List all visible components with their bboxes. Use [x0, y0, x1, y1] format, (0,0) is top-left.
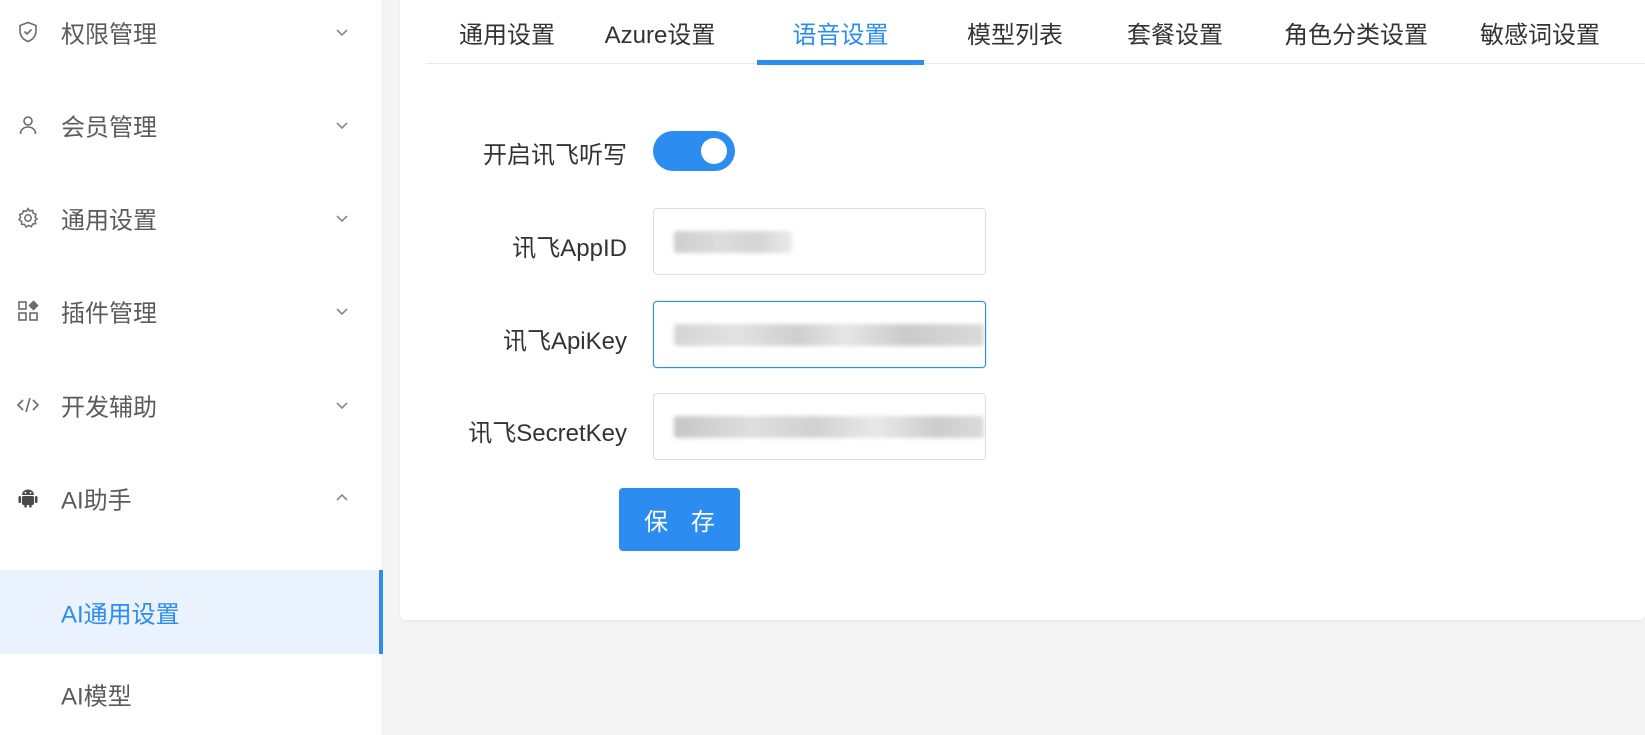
shield-check-icon — [16, 20, 40, 44]
chevron-down-icon — [336, 215, 348, 223]
sidebar: 权限管理 会员管理 通用设置 插件管理 开发辅助 AI助手 AI通用设置 AI模… — [0, 0, 383, 735]
sidebar-item-label: AI助手 — [61, 487, 132, 515]
enable-iflytek-toggle[interactable] — [653, 131, 735, 171]
sidebar-item-label: 权限管理 — [61, 21, 157, 49]
user-icon — [16, 113, 40, 137]
tab-model-list[interactable]: 模型列表 — [956, 0, 1074, 64]
gear-icon — [16, 206, 40, 230]
sidebar-item-permissions[interactable]: 权限管理 — [0, 2, 383, 62]
sidebar-subitem-ai-general-settings[interactable]: AI通用设置 — [0, 570, 383, 654]
enable-iflytek-label: 开启讯飞听写 — [483, 142, 627, 169]
sidebar-subitem-label: AI通用设置 — [61, 601, 180, 629]
apps-plugin-icon — [16, 299, 40, 323]
app-root: 权限管理 会员管理 通用设置 插件管理 开发辅助 AI助手 AI通用设置 AI模… — [0, 0, 1645, 735]
sidebar-item-label: 会员管理 — [61, 114, 157, 142]
masked-value — [674, 324, 984, 346]
sidebar-item-members[interactable]: 会员管理 — [0, 95, 383, 155]
masked-value — [674, 231, 792, 253]
appid-field[interactable] — [653, 208, 986, 275]
chevron-down-icon — [336, 122, 348, 130]
sidebar-subitem-ai-models[interactable]: AI模型 — [0, 652, 383, 735]
chevron-down-icon — [336, 308, 348, 316]
secretkey-label: 讯飞SecretKey — [468, 420, 627, 447]
tab-role-category-settings[interactable]: 角色分类设置 — [1281, 0, 1431, 64]
sidebar-item-label: 插件管理 — [61, 300, 157, 328]
tab-azure-settings[interactable]: Azure设置 — [600, 0, 720, 64]
apikey-label: 讯飞ApiKey — [502, 328, 627, 355]
tab-bar: 通用设置 Azure设置 语音设置 模型列表 套餐设置 角色分类设置 敏感词设置 — [426, 0, 1645, 65]
sidebar-item-dev-tools[interactable]: 开发辅助 — [0, 375, 383, 435]
apikey-field[interactable] — [653, 301, 986, 368]
tab-package-settings[interactable]: 套餐设置 — [1116, 0, 1234, 64]
chevron-down-icon — [336, 29, 348, 37]
tab-general-settings[interactable]: 通用设置 — [448, 0, 566, 64]
secretkey-field[interactable] — [653, 393, 986, 460]
chevron-down-icon — [336, 402, 348, 410]
code-icon — [16, 393, 40, 417]
masked-value — [674, 416, 984, 438]
chevron-up-icon — [336, 493, 348, 501]
appid-label: 讯飞AppID — [512, 235, 627, 262]
android-icon — [16, 486, 40, 510]
sidebar-subitem-label: AI模型 — [61, 683, 132, 711]
sidebar-item-label: 开发辅助 — [61, 394, 157, 422]
sidebar-item-label: 通用设置 — [61, 207, 157, 235]
sidebar-item-general-settings[interactable]: 通用设置 — [0, 188, 383, 248]
save-button[interactable]: 保 存 — [619, 488, 740, 551]
toggle-knob — [701, 138, 727, 164]
settings-card: 通用设置 Azure设置 语音设置 模型列表 套餐设置 角色分类设置 敏感词设置 — [400, 0, 1645, 620]
sidebar-item-ai-assistant[interactable]: AI助手 — [0, 468, 383, 528]
sidebar-item-plugins[interactable]: 插件管理 — [0, 281, 383, 341]
tab-voice-settings[interactable]: 语音设置 — [757, 0, 924, 65]
tab-sensitive-words-settings[interactable]: 敏感词设置 — [1476, 0, 1604, 64]
